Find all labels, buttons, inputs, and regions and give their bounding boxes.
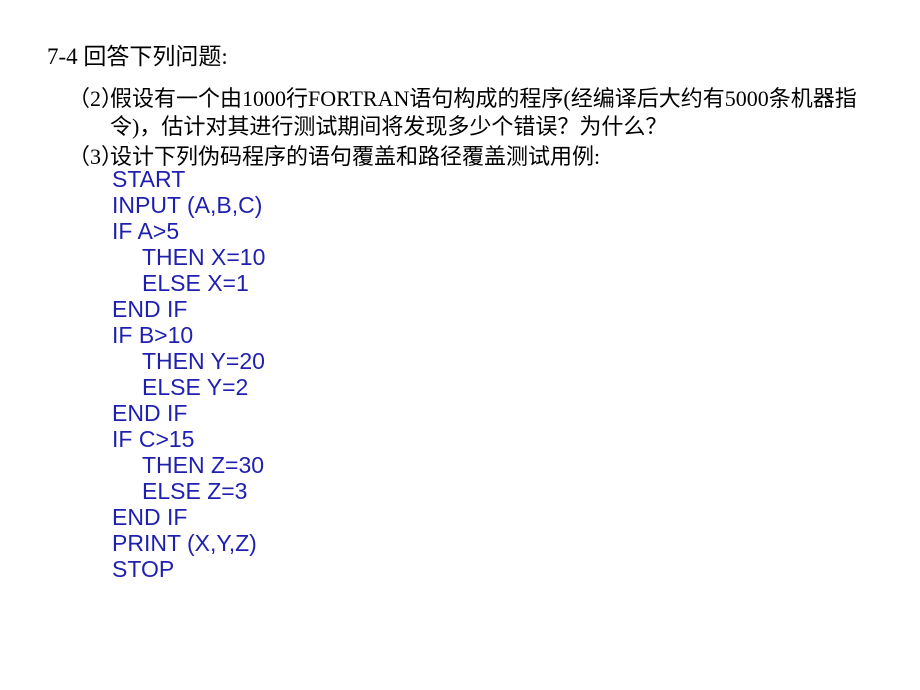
code-line: END IF [112,296,188,322]
code-line: ELSE X=1 [142,270,249,296]
slide-canvas: 7-4 回答下列问题: （2） 假设有一个由1000行FORTRAN语句构成的程… [0,0,920,690]
code-line: IF B>10 [112,322,194,348]
pseudocode-block: START INPUT (A,B,C) IF A>5 THEN X=10 ELS… [112,166,612,582]
code-line: END IF [112,400,188,426]
code-line: IF C>15 [112,426,195,452]
page-title: 7-4 回答下列问题: [47,44,228,69]
code-line: ELSE Y=2 [142,374,249,400]
list-marker-2: （2） [68,86,124,111]
code-line: IF A>5 [112,218,180,244]
code-line: START [112,166,186,192]
list-item-question-2: （2） 假设有一个由1000行FORTRAN语句构成的程序(经编译后大约有500… [68,85,898,141]
code-line: PRINT (X,Y,Z) [112,530,257,556]
code-line: THEN Y=20 [142,348,265,374]
question-list: （2） 假设有一个由1000行FORTRAN语句构成的程序(经编译后大约有500… [68,85,898,171]
code-line: END IF [112,504,188,530]
code-line: THEN X=10 [142,244,266,270]
code-line: STOP [112,556,175,582]
list-marker-3: （3） [68,144,124,169]
code-line: THEN Z=30 [142,452,265,478]
code-line: ELSE Z=3 [142,478,248,504]
code-line: INPUT (A,B,C) [112,192,263,218]
question-2-text: 假设有一个由1000行FORTRAN语句构成的程序(经编译后大约有5000条机器… [110,86,857,139]
